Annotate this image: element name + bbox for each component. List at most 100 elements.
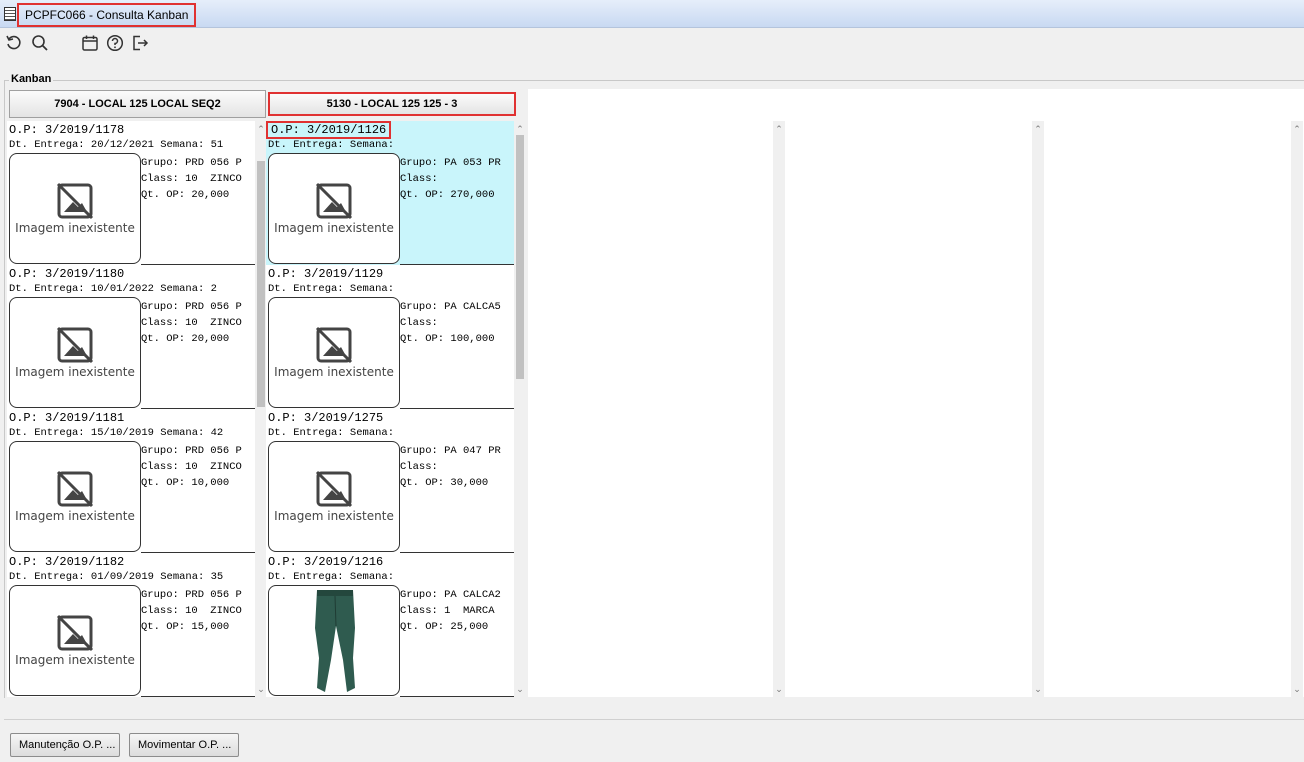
product-image: Imagem inexistente: [9, 153, 141, 264]
window-title: PCPFC066 - Consulta Kanban: [17, 3, 197, 27]
calendar-icon[interactable]: [80, 33, 100, 53]
no-image-icon: [56, 614, 94, 652]
exit-icon[interactable]: [130, 33, 150, 53]
class-text: Class:: [400, 461, 438, 473]
qty-text: Qt. OP: 20,000: [141, 333, 230, 345]
scroll-up-icon[interactable]: ⌃: [1291, 123, 1303, 135]
kanban-card[interactable]: O.P: 3/2019/1216 Dt. Entrega: Semana: Gr…: [266, 553, 514, 697]
group-text: Grupo: PRD 056 P: [141, 301, 242, 313]
kanban-card[interactable]: O.P: 3/2019/1275 Dt. Entrega: Semana: Im…: [266, 409, 514, 553]
title-bar: PCPFC066 - Consulta Kanban: [0, 0, 1304, 28]
kanban-card-selected[interactable]: O.P: 3/2019/1126 Dt. Entrega: Semana: Im…: [266, 121, 514, 265]
column-2-scrollbar[interactable]: ⌃ ⌄: [514, 121, 526, 697]
status-strip: [4, 698, 1304, 720]
no-image-icon: [315, 326, 353, 364]
no-image-label: Imagem inexistente: [15, 221, 135, 235]
product-image: Imagem inexistente: [9, 297, 141, 408]
class-text: Class: 10 ZINCO: [141, 317, 242, 329]
no-image-label: Imagem inexistente: [15, 653, 135, 667]
product-image: [268, 585, 400, 696]
class-text: Class:: [400, 173, 438, 185]
product-image: Imagem inexistente: [9, 585, 141, 696]
help-icon[interactable]: [105, 33, 125, 53]
delivery-date: Dt. Entrega: Semana:: [268, 427, 395, 439]
kanban-card[interactable]: O.P: 3/2019/1129 Dt. Entrega: Semana: Im…: [266, 265, 514, 409]
group-text: Grupo: PA 053 PR: [400, 157, 501, 169]
app-icon: [4, 7, 16, 21]
column-header-1[interactable]: 7904 - LOCAL 125 LOCAL SEQ2: [9, 90, 266, 118]
product-image: Imagem inexistente: [268, 441, 400, 552]
no-image-icon: [56, 470, 94, 508]
group-text: Grupo: PRD 056 P: [141, 157, 242, 169]
class-text: Class: 1 MARCA: [400, 605, 495, 617]
card-info: Grupo: PRD 056 P Class: 10 ZINCO Qt. OP:…: [141, 299, 242, 347]
delivery-date: Dt. Entrega: Semana:: [268, 571, 395, 583]
op-number: O.P: 3/2019/1275: [268, 411, 384, 425]
no-image-icon: [315, 182, 353, 220]
no-image-icon: [315, 470, 353, 508]
delivery-date: Dt. Entrega: Semana:: [268, 139, 395, 151]
card-info: Grupo: PA 047 PR Class: Qt. OP: 30,000: [400, 443, 501, 491]
toolbar: [0, 29, 1304, 57]
kanban-group-label: Kanban: [9, 73, 54, 85]
column-5-scrollbar[interactable]: ⌃ ⌄: [1291, 121, 1303, 697]
class-text: Class: 10 ZINCO: [141, 461, 242, 473]
column-header-2[interactable]: 5130 - LOCAL 125 125 - 3: [268, 92, 516, 116]
scroll-up-icon[interactable]: ⌃: [773, 123, 785, 135]
manutencao-op-button[interactable]: Manutenção O.P. ...: [10, 733, 120, 757]
column-4-scrollbar[interactable]: ⌃ ⌄: [1032, 121, 1044, 697]
delivery-date: Dt. Entrega: Semana:: [268, 283, 395, 295]
qty-text: Qt. OP: 30,000: [400, 477, 489, 489]
qty-text: Qt. OP: 20,000: [141, 189, 230, 201]
refresh-icon[interactable]: [4, 33, 24, 53]
scroll-thumb[interactable]: [516, 135, 524, 379]
scroll-down-icon[interactable]: ⌄: [773, 683, 785, 695]
kanban-card[interactable]: O.P: 3/2019/1178 Dt. Entrega: 20/12/2021…: [7, 121, 255, 265]
op-number: O.P: 3/2019/1181: [9, 411, 125, 425]
op-number: O.P: 3/2019/1216: [268, 555, 384, 569]
pants-image-icon: [315, 590, 355, 692]
kanban-column-2: O.P: 3/2019/1126 Dt. Entrega: Semana: Im…: [266, 121, 514, 697]
card-separator: [141, 696, 255, 697]
movimentar-op-button[interactable]: Movimentar O.P. ...: [129, 733, 239, 757]
column-3-scrollbar[interactable]: ⌃ ⌄: [773, 121, 785, 697]
op-number: O.P: 3/2019/1126: [266, 121, 392, 139]
kanban-card[interactable]: O.P: 3/2019/1180 Dt. Entrega: 10/01/2022…: [7, 265, 255, 409]
kanban-column-4: [787, 121, 1031, 697]
product-image: Imagem inexistente: [268, 297, 400, 408]
qty-text: Qt. OP: 25,000: [400, 621, 489, 633]
qty-text: Qt. OP: 100,000: [400, 333, 495, 345]
card-info: Grupo: PA CALCA5 Class: Qt. OP: 100,000: [400, 299, 501, 347]
group-text: Grupo: PRD 056 P: [141, 445, 242, 457]
op-number: O.P: 3/2019/1180: [9, 267, 125, 281]
no-image-label: Imagem inexistente: [274, 509, 394, 523]
group-text: Grupo: PRD 056 P: [141, 589, 242, 601]
scroll-down-icon[interactable]: ⌄: [514, 683, 526, 695]
group-text: Grupo: PA CALCA5: [400, 301, 501, 313]
scroll-down-icon[interactable]: ⌄: [1291, 683, 1303, 695]
group-text: Grupo: PA 047 PR: [400, 445, 501, 457]
class-text: Class: 10 ZINCO: [141, 173, 242, 185]
scroll-down-icon[interactable]: ⌄: [1032, 683, 1044, 695]
delivery-date: Dt. Entrega: 15/10/2019 Semana: 42: [9, 427, 224, 439]
card-info: Grupo: PRD 056 P Class: 10 ZINCO Qt. OP:…: [141, 155, 242, 203]
card-info: Grupo: PA CALCA2 Class: 1 MARCA Qt. OP: …: [400, 587, 501, 635]
op-number: O.P: 3/2019/1129: [268, 267, 384, 281]
scroll-up-icon[interactable]: ⌃: [514, 123, 526, 135]
group-text: Grupo: PA CALCA2: [400, 589, 501, 601]
no-image-label: Imagem inexistente: [15, 509, 135, 523]
search-icon[interactable]: [30, 33, 50, 53]
no-image-icon: [56, 326, 94, 364]
scroll-thumb[interactable]: [257, 161, 265, 407]
kanban-card[interactable]: O.P: 3/2019/1182 Dt. Entrega: 01/09/2019…: [7, 553, 255, 697]
kanban-column-1: O.P: 3/2019/1178 Dt. Entrega: 20/12/2021…: [7, 121, 255, 697]
qty-text: Qt. OP: 270,000: [400, 189, 495, 201]
class-text: Class: 10 ZINCO: [141, 605, 242, 617]
no-image-label: Imagem inexistente: [274, 365, 394, 379]
scroll-up-icon[interactable]: ⌃: [1032, 123, 1044, 135]
kanban-card[interactable]: O.P: 3/2019/1181 Dt. Entrega: 15/10/2019…: [7, 409, 255, 553]
op-number: O.P: 3/2019/1178: [9, 123, 125, 137]
class-text: Class:: [400, 317, 438, 329]
no-image-label: Imagem inexistente: [15, 365, 135, 379]
card-info: Grupo: PRD 056 P Class: 10 ZINCO Qt. OP:…: [141, 587, 242, 635]
